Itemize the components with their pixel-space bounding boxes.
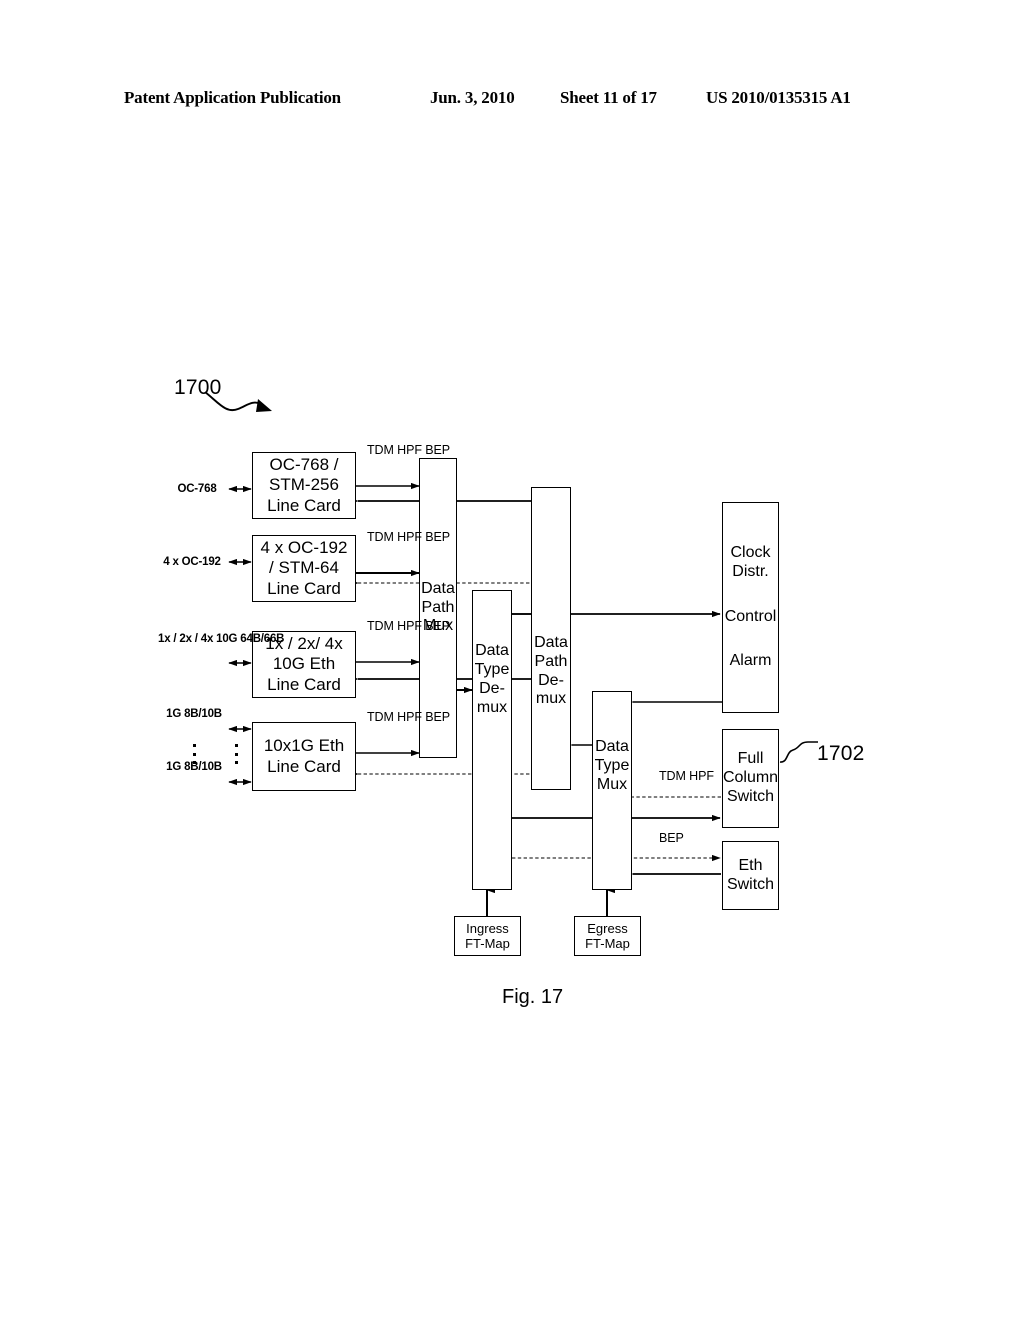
control-label: Control: [724, 607, 777, 625]
alarm-label: Alarm: [729, 652, 772, 670]
reference-numeral-1702: 1702: [817, 742, 865, 765]
port-label-1g-top: 1G 8B/10B: [166, 708, 222, 720]
linecard-oc192-box[interactable]: 4 x OC-192 / STM-64 Line Card: [252, 535, 356, 602]
ingress-ftmap-line2: FT-Map: [465, 936, 510, 951]
data-path-mux-line2: Path: [421, 598, 455, 616]
figure-caption: Fig. 17: [502, 986, 564, 1008]
connector-layer: [204, 391, 818, 916]
data-type-mux-line1: Data: [595, 738, 629, 756]
linecard-oc768-line2: STM-256: [269, 475, 339, 495]
full-column-switch-line1: Full: [737, 750, 764, 768]
eth-switch-line1: Eth: [738, 856, 763, 874]
port-ellipsis-right: [235, 744, 238, 764]
linecard-1g-line2: Line Card: [267, 756, 341, 776]
data-path-demux-line4: mux: [535, 690, 567, 708]
linecard-10g-line2: 10G Eth: [272, 654, 336, 674]
data-path-demux-box[interactable]: Data Path De- mux: [531, 487, 571, 790]
data-type-mux-line3: Mux: [596, 775, 628, 793]
data-type-mux-box[interactable]: Data Type Mux: [592, 691, 632, 890]
full-column-switch-line2: Column: [722, 769, 779, 787]
clock-distr-line1: Clock: [730, 543, 771, 561]
linecard-oc192-line3: Line Card: [267, 578, 341, 598]
data-type-demux-line1: Data: [475, 642, 509, 660]
signal-label-eth-switch: BEP: [659, 831, 684, 845]
eth-switch-line2: Switch: [726, 875, 775, 893]
linecard-oc768-line1: OC-768 /: [269, 455, 339, 475]
data-path-demux-line2: Path: [534, 652, 568, 670]
linecard-1g-line1: 10x1G Eth: [263, 736, 345, 756]
data-path-demux-line3: De-: [538, 671, 564, 689]
full-column-switch-line3: Switch: [726, 787, 775, 805]
full-column-switch-box[interactable]: Full Column Switch: [722, 729, 779, 828]
ingress-ftmap-line1: Ingress: [466, 920, 509, 936]
signal-label-group-3: TDM HPF BEP: [367, 619, 450, 633]
port-ellipsis-left: [193, 744, 196, 764]
clock-distr-line2: Distr.: [732, 562, 769, 580]
linecard-oc192-line2: / STM-64: [269, 558, 339, 578]
data-path-demux-line1: Data: [534, 633, 568, 651]
data-type-demux-line3: De-: [479, 680, 505, 697]
data-type-demux-box[interactable]: Data Type De- mux: [472, 590, 512, 890]
port-label-oc192: 4 x OC-192: [163, 556, 221, 568]
figure-17-diagram: OC-768 4 x OC-192 1x / 2x / 4x 10G 64B/6…: [0, 0, 1024, 1320]
signal-label-group-1: TDM HPF BEP: [367, 443, 450, 457]
data-type-mux-line2: Type: [594, 757, 630, 775]
eth-switch-box[interactable]: Eth Switch: [722, 841, 779, 910]
clock-control-alarm-box[interactable]: Clock Distr. Control Alarm: [722, 502, 779, 713]
data-type-demux-line4: mux: [476, 698, 508, 716]
signal-label-group-2: TDM HPF BEP: [367, 530, 450, 544]
data-path-mux-line1: Data: [421, 579, 455, 597]
egress-ftmap-box[interactable]: Egress FT-Map: [574, 916, 641, 956]
egress-ftmap-line2: FT-Map: [585, 936, 630, 951]
data-type-demux-line2: Type: [474, 661, 510, 679]
port-label-oc768: OC-768: [177, 483, 217, 495]
linecard-oc768-box[interactable]: OC-768 / STM-256 Line Card: [252, 452, 356, 519]
signal-label-full-column-switch: TDM HPF: [659, 769, 714, 783]
linecard-10g-line3: Line Card: [267, 674, 341, 694]
port-label-10g: 1x / 2x / 4x 10G 64B/66B: [158, 633, 285, 645]
linecard-1g-eth-box[interactable]: 10x1G Eth Line Card: [252, 722, 356, 791]
reference-numeral-1700: 1700: [174, 376, 222, 399]
signal-label-group-4: TDM HPF BEP: [367, 710, 450, 724]
ingress-ftmap-box[interactable]: Ingress FT-Map: [454, 916, 521, 956]
linecard-oc768-line3: Line Card: [267, 495, 341, 515]
linecard-oc192-line1: 4 x OC-192: [260, 538, 348, 558]
egress-ftmap-line1: Egress: [587, 920, 628, 936]
